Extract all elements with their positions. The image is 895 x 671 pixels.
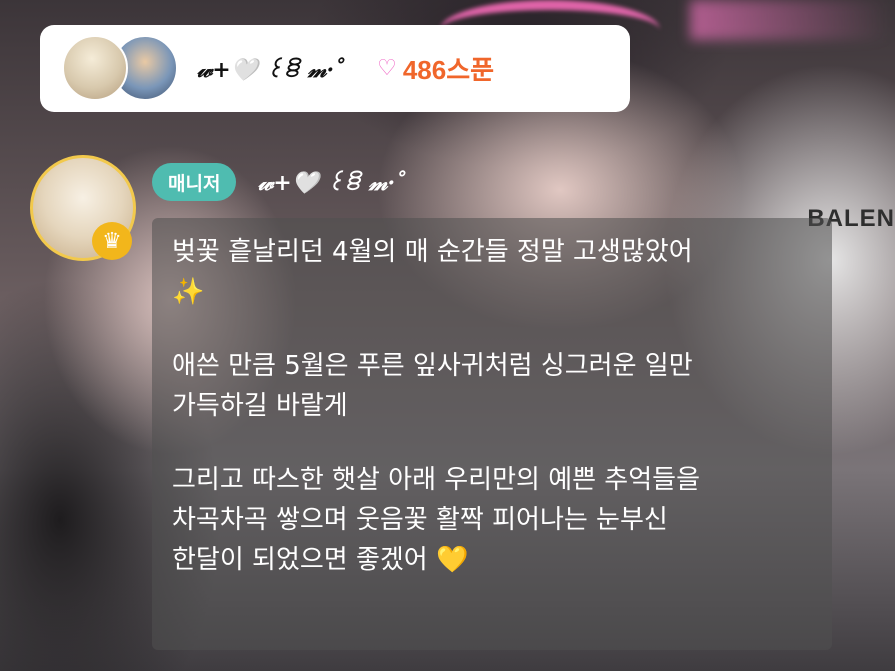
manager-crown-icon: ♛ xyxy=(92,222,132,260)
chat-message-bubble[interactable]: 벚꽃 흩날리던 4월의 매 순간들 정말 고생많았어 ✨ 애쓴 만큼 5월은 푸… xyxy=(152,218,832,650)
background-light-glow xyxy=(690,0,890,40)
sender-name: 𝓌+🤍 ꒰ꊞ 𝓂·˚ xyxy=(258,170,407,196)
message-line: 그리고 따스한 햇살 아래 우리만의 예쁜 추억들을 xyxy=(172,465,700,495)
header-username: 𝓌+🤍 ꒰ꊞ 𝓂·˚ xyxy=(197,57,346,83)
message-line: 애쓴 만큼 5월은 푸른 잎사귀처럼 싱그러운 일만 xyxy=(172,351,693,381)
avatar-group[interactable] xyxy=(62,34,178,103)
message-line: 한달이 되었으면 좋겠어 💛 xyxy=(172,545,469,575)
spoon-count: 486스푼 xyxy=(402,55,495,85)
message-line: 가득하길 바랄게 xyxy=(172,391,348,421)
message-line: ✨ xyxy=(172,277,205,307)
heart-wings-icon: ♡ xyxy=(377,56,397,81)
manager-role-badge: 매니저 xyxy=(152,163,237,201)
message-line: 차곡차곡 쌓으며 웃음꽃 활짝 피어나는 눈부신 xyxy=(172,505,668,535)
profile-header-card[interactable]: 𝓌+🤍 ꒰ꊞ 𝓂·˚ ♡ 486스푼 xyxy=(40,25,630,112)
spoon-counter[interactable]: ♡ 486스푼 xyxy=(377,50,494,87)
avatar[interactable] xyxy=(62,34,128,101)
message-line: 벚꽃 흩날리던 4월의 매 순간들 정말 고생많았어 xyxy=(172,237,693,267)
